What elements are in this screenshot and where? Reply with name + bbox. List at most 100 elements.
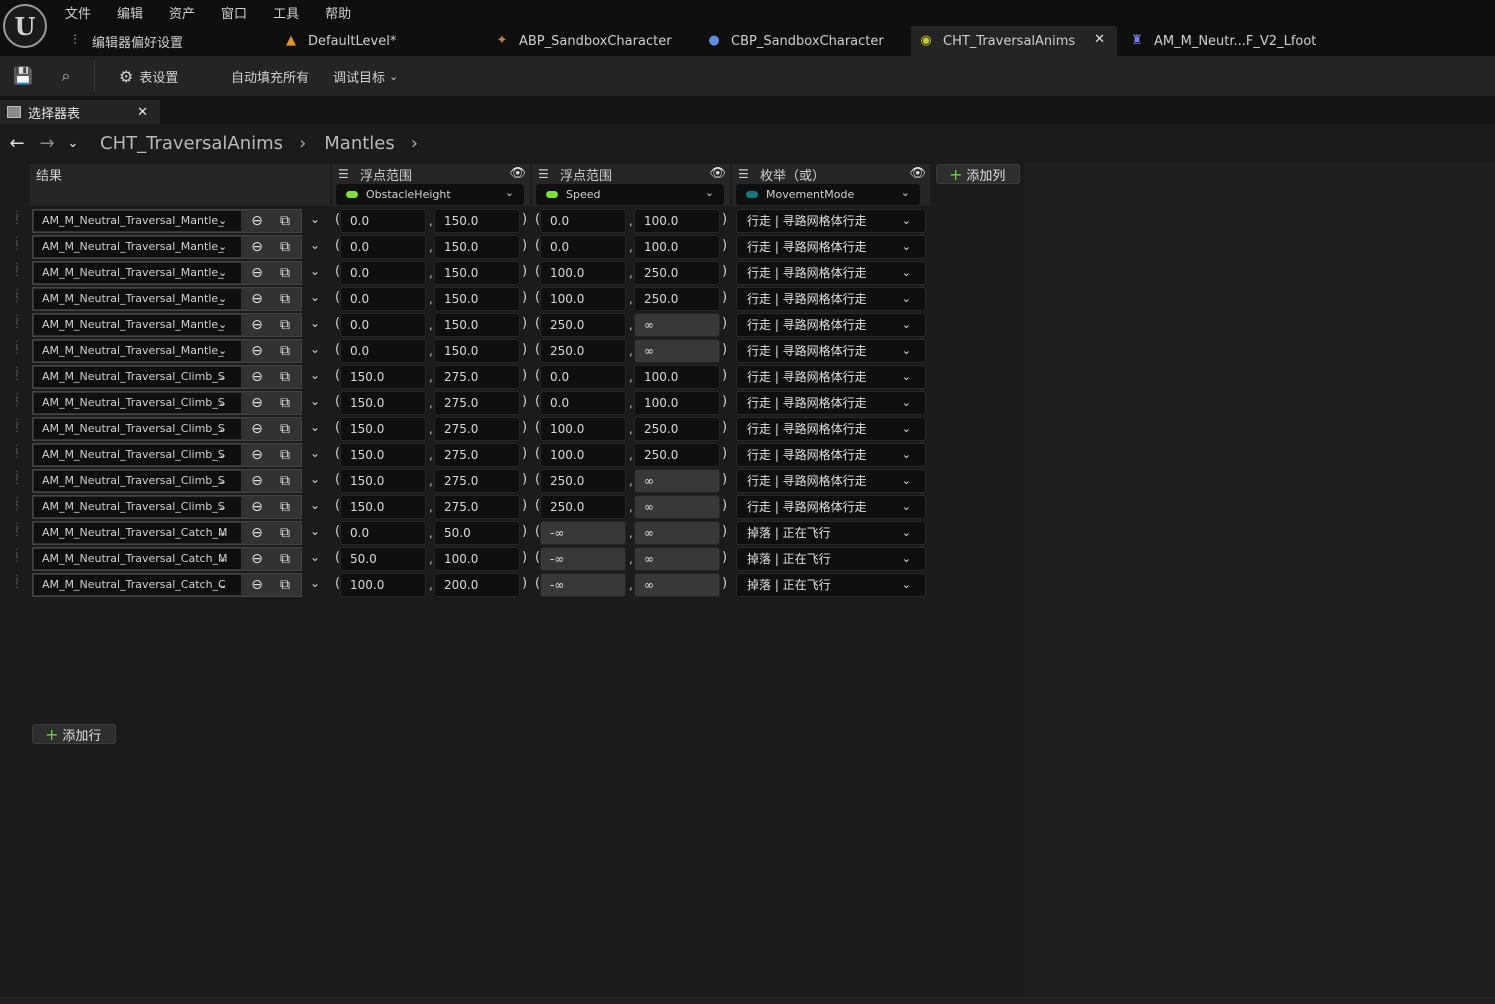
use-selected-asset-icon[interactable]: ⊖ xyxy=(248,238,266,256)
asset-picker[interactable]: AM_M_Neutral_Traversal_Catch_M xyxy=(34,549,241,569)
debug-target-dropdown[interactable]: 调试目标 ⌄ xyxy=(333,67,398,86)
drag-handle-icon[interactable]: ⋮ ⋮ xyxy=(12,315,22,333)
movement-mode-dropdown[interactable]: 行走 | 寻路网格体行走 ⌄ xyxy=(736,287,926,311)
obstacle-height-max-input[interactable]: 200.0 xyxy=(434,573,520,597)
expand-row-chevron-icon[interactable]: ⌄ xyxy=(310,264,320,278)
tab-abp-sandbox-character[interactable]: ✦ ABP_SandboxCharacter xyxy=(493,26,693,56)
menu-edit[interactable]: 编辑 xyxy=(117,3,143,22)
browse-to-asset-icon[interactable]: ⧉ xyxy=(276,342,294,360)
expand-row-chevron-icon[interactable]: ⌄ xyxy=(310,472,320,486)
asset-picker[interactable]: AM_M_Neutral_Traversal_Mantle_ xyxy=(34,211,241,231)
movement-mode-dropdown[interactable]: 行走 | 寻路网格体行走 ⌄ xyxy=(736,261,926,285)
table-settings-button[interactable]: ⚙ 表设置 xyxy=(119,67,178,86)
drag-handle-icon[interactable]: ⋮ ⋮ xyxy=(12,211,22,229)
use-selected-asset-icon[interactable]: ⊖ xyxy=(248,576,266,594)
speed-max-input[interactable]: ∞ xyxy=(634,313,720,337)
speed-min-input[interactable]: 0.0 xyxy=(540,365,626,389)
speed-min-input[interactable]: -∞ xyxy=(540,573,626,597)
speed-min-input[interactable]: 250.0 xyxy=(540,313,626,337)
asset-picker[interactable]: AM_M_Neutral_Traversal_Mantle_ xyxy=(34,289,241,309)
asset-picker[interactable]: AM_M_Neutral_Traversal_Climb_S xyxy=(34,393,241,413)
speed-max-input[interactable]: ∞ xyxy=(634,573,720,597)
browse-to-asset-icon[interactable]: ⧉ xyxy=(276,212,294,230)
obstacle-height-min-input[interactable]: 50.0 xyxy=(340,547,426,571)
obstacle-height-min-input[interactable]: 0.0 xyxy=(340,521,426,545)
asset-picker[interactable]: AM_M_Neutral_Traversal_Climb_S xyxy=(34,419,241,439)
browse-to-asset-icon[interactable]: ⧉ xyxy=(276,576,294,594)
menu-file[interactable]: 文件 xyxy=(65,3,91,22)
add-row-button[interactable]: + 添加行 xyxy=(32,724,116,744)
obstacle-height-max-input[interactable]: 275.0 xyxy=(434,391,520,415)
speed-min-input[interactable]: 100.0 xyxy=(540,443,626,467)
speed-min-input[interactable]: 250.0 xyxy=(540,495,626,519)
drag-handle-icon[interactable]: ⋮ ⋮ xyxy=(12,263,22,281)
speed-min-input[interactable]: 100.0 xyxy=(540,417,626,441)
asset-picker[interactable]: AM_M_Neutral_Traversal_Mantle_ xyxy=(34,237,241,257)
history-chevron-icon[interactable]: ⌄ xyxy=(60,136,86,151)
use-selected-asset-icon[interactable]: ⊖ xyxy=(248,342,266,360)
expand-row-chevron-icon[interactable]: ⌄ xyxy=(310,342,320,356)
expand-row-chevron-icon[interactable]: ⌄ xyxy=(310,212,320,226)
asset-picker[interactable]: AM_M_Neutral_Traversal_Catch_C xyxy=(34,575,241,595)
speed-max-input[interactable]: 100.0 xyxy=(634,235,720,259)
browse-to-asset-icon[interactable]: ⧉ xyxy=(276,290,294,308)
obstacle-height-max-input[interactable]: 275.0 xyxy=(434,417,520,441)
obstacle-height-max-input[interactable]: 150.0 xyxy=(434,209,520,233)
movement-mode-dropdown[interactable]: 行走 | 寻路网格体行走 ⌄ xyxy=(736,365,926,389)
tab-cbp-sandbox-character[interactable]: ● CBP_SandboxCharacter xyxy=(705,26,905,56)
obstacle-height-min-input[interactable]: 150.0 xyxy=(340,391,426,415)
asset-picker[interactable]: AM_M_Neutral_Traversal_Mantle_ xyxy=(34,315,241,335)
back-arrow-icon[interactable]: ← xyxy=(4,133,30,154)
asset-picker[interactable]: AM_M_Neutral_Traversal_Climb_S xyxy=(34,445,241,465)
drag-handle-icon[interactable]: ⋮ ⋮ xyxy=(12,419,22,437)
drag-handle-icon[interactable]: ⋮ ⋮ xyxy=(12,367,22,385)
expand-row-chevron-icon[interactable]: ⌄ xyxy=(310,394,320,408)
use-selected-asset-icon[interactable]: ⊖ xyxy=(248,550,266,568)
add-column-button[interactable]: + 添加列 xyxy=(936,164,1020,184)
tab-editor-preferences[interactable]: ⫶ 编辑器偏好设置 xyxy=(66,26,276,56)
use-selected-asset-icon[interactable]: ⊖ xyxy=(248,290,266,308)
speed-min-input[interactable]: 0.0 xyxy=(540,209,626,233)
expand-row-chevron-icon[interactable]: ⌄ xyxy=(310,368,320,382)
expand-row-chevron-icon[interactable]: ⌄ xyxy=(310,290,320,304)
drag-handle-icon[interactable]: ⋮ ⋮ xyxy=(12,289,22,307)
speed-max-input[interactable]: 250.0 xyxy=(634,261,720,285)
drag-handle-icon[interactable]: ⋮ ⋮ xyxy=(12,445,22,463)
asset-picker[interactable]: AM_M_Neutral_Traversal_Climb_S xyxy=(34,367,241,387)
speed-max-input[interactable]: 250.0 xyxy=(634,443,720,467)
use-selected-asset-icon[interactable]: ⊖ xyxy=(248,264,266,282)
expand-row-chevron-icon[interactable]: ⌄ xyxy=(310,550,320,564)
filter-icon[interactable]: ☰ xyxy=(738,167,749,181)
menu-window[interactable]: 窗口 xyxy=(221,3,247,22)
unreal-logo-icon[interactable]: U xyxy=(3,4,47,48)
speed-max-input[interactable]: 100.0 xyxy=(634,365,720,389)
speed-min-input[interactable]: 250.0 xyxy=(540,469,626,493)
movement-mode-dropdown[interactable]: 行走 | 寻路网格体行走 ⌄ xyxy=(736,235,926,259)
use-selected-asset-icon[interactable]: ⊖ xyxy=(248,498,266,516)
obstacle-height-max-input[interactable]: 150.0 xyxy=(434,261,520,285)
panel-tab-chooser-table[interactable]: 选择器表 ✕ xyxy=(0,100,160,124)
speed-max-input[interactable]: ∞ xyxy=(634,469,720,493)
asset-picker[interactable]: AM_M_Neutral_Traversal_Catch_M xyxy=(34,523,241,543)
movement-mode-dropdown[interactable]: 行走 | 寻路网格体行走 ⌄ xyxy=(736,209,926,233)
drag-handle-icon[interactable]: ⋮ ⋮ xyxy=(12,549,22,567)
browse-to-asset-icon[interactable]: ⧉ xyxy=(276,420,294,438)
obstacle-height-max-input[interactable]: 275.0 xyxy=(434,495,520,519)
obstacle-height-min-input[interactable]: 0.0 xyxy=(340,287,426,311)
use-selected-asset-icon[interactable]: ⊖ xyxy=(248,472,266,490)
movement-mode-dropdown[interactable]: 掉落 | 正在飞行 ⌄ xyxy=(736,521,926,545)
asset-picker[interactable]: AM_M_Neutral_Traversal_Mantle_ xyxy=(34,263,241,283)
asset-picker[interactable]: AM_M_Neutral_Traversal_Climb_S xyxy=(34,471,241,491)
use-selected-asset-icon[interactable]: ⊖ xyxy=(248,524,266,542)
filter-icon[interactable]: ☰ xyxy=(338,167,349,181)
close-tab-icon[interactable]: ✕ xyxy=(1094,32,1105,47)
obstacle-height-min-input[interactable]: 0.0 xyxy=(340,261,426,285)
tab-cht-traversal-anims[interactable]: ◉ CHT_TraversalAnims ✕ xyxy=(911,26,1117,56)
eye-icon[interactable]: 👁 xyxy=(509,166,526,181)
obstacle-height-max-input[interactable]: 100.0 xyxy=(434,547,520,571)
speed-max-input[interactable]: ∞ xyxy=(634,547,720,571)
obstacle-height-min-input[interactable]: 0.0 xyxy=(340,209,426,233)
drag-handle-icon[interactable]: ⋮ ⋮ xyxy=(12,237,22,255)
obstacle-height-max-input[interactable]: 150.0 xyxy=(434,313,520,337)
expand-row-chevron-icon[interactable]: ⌄ xyxy=(310,498,320,512)
